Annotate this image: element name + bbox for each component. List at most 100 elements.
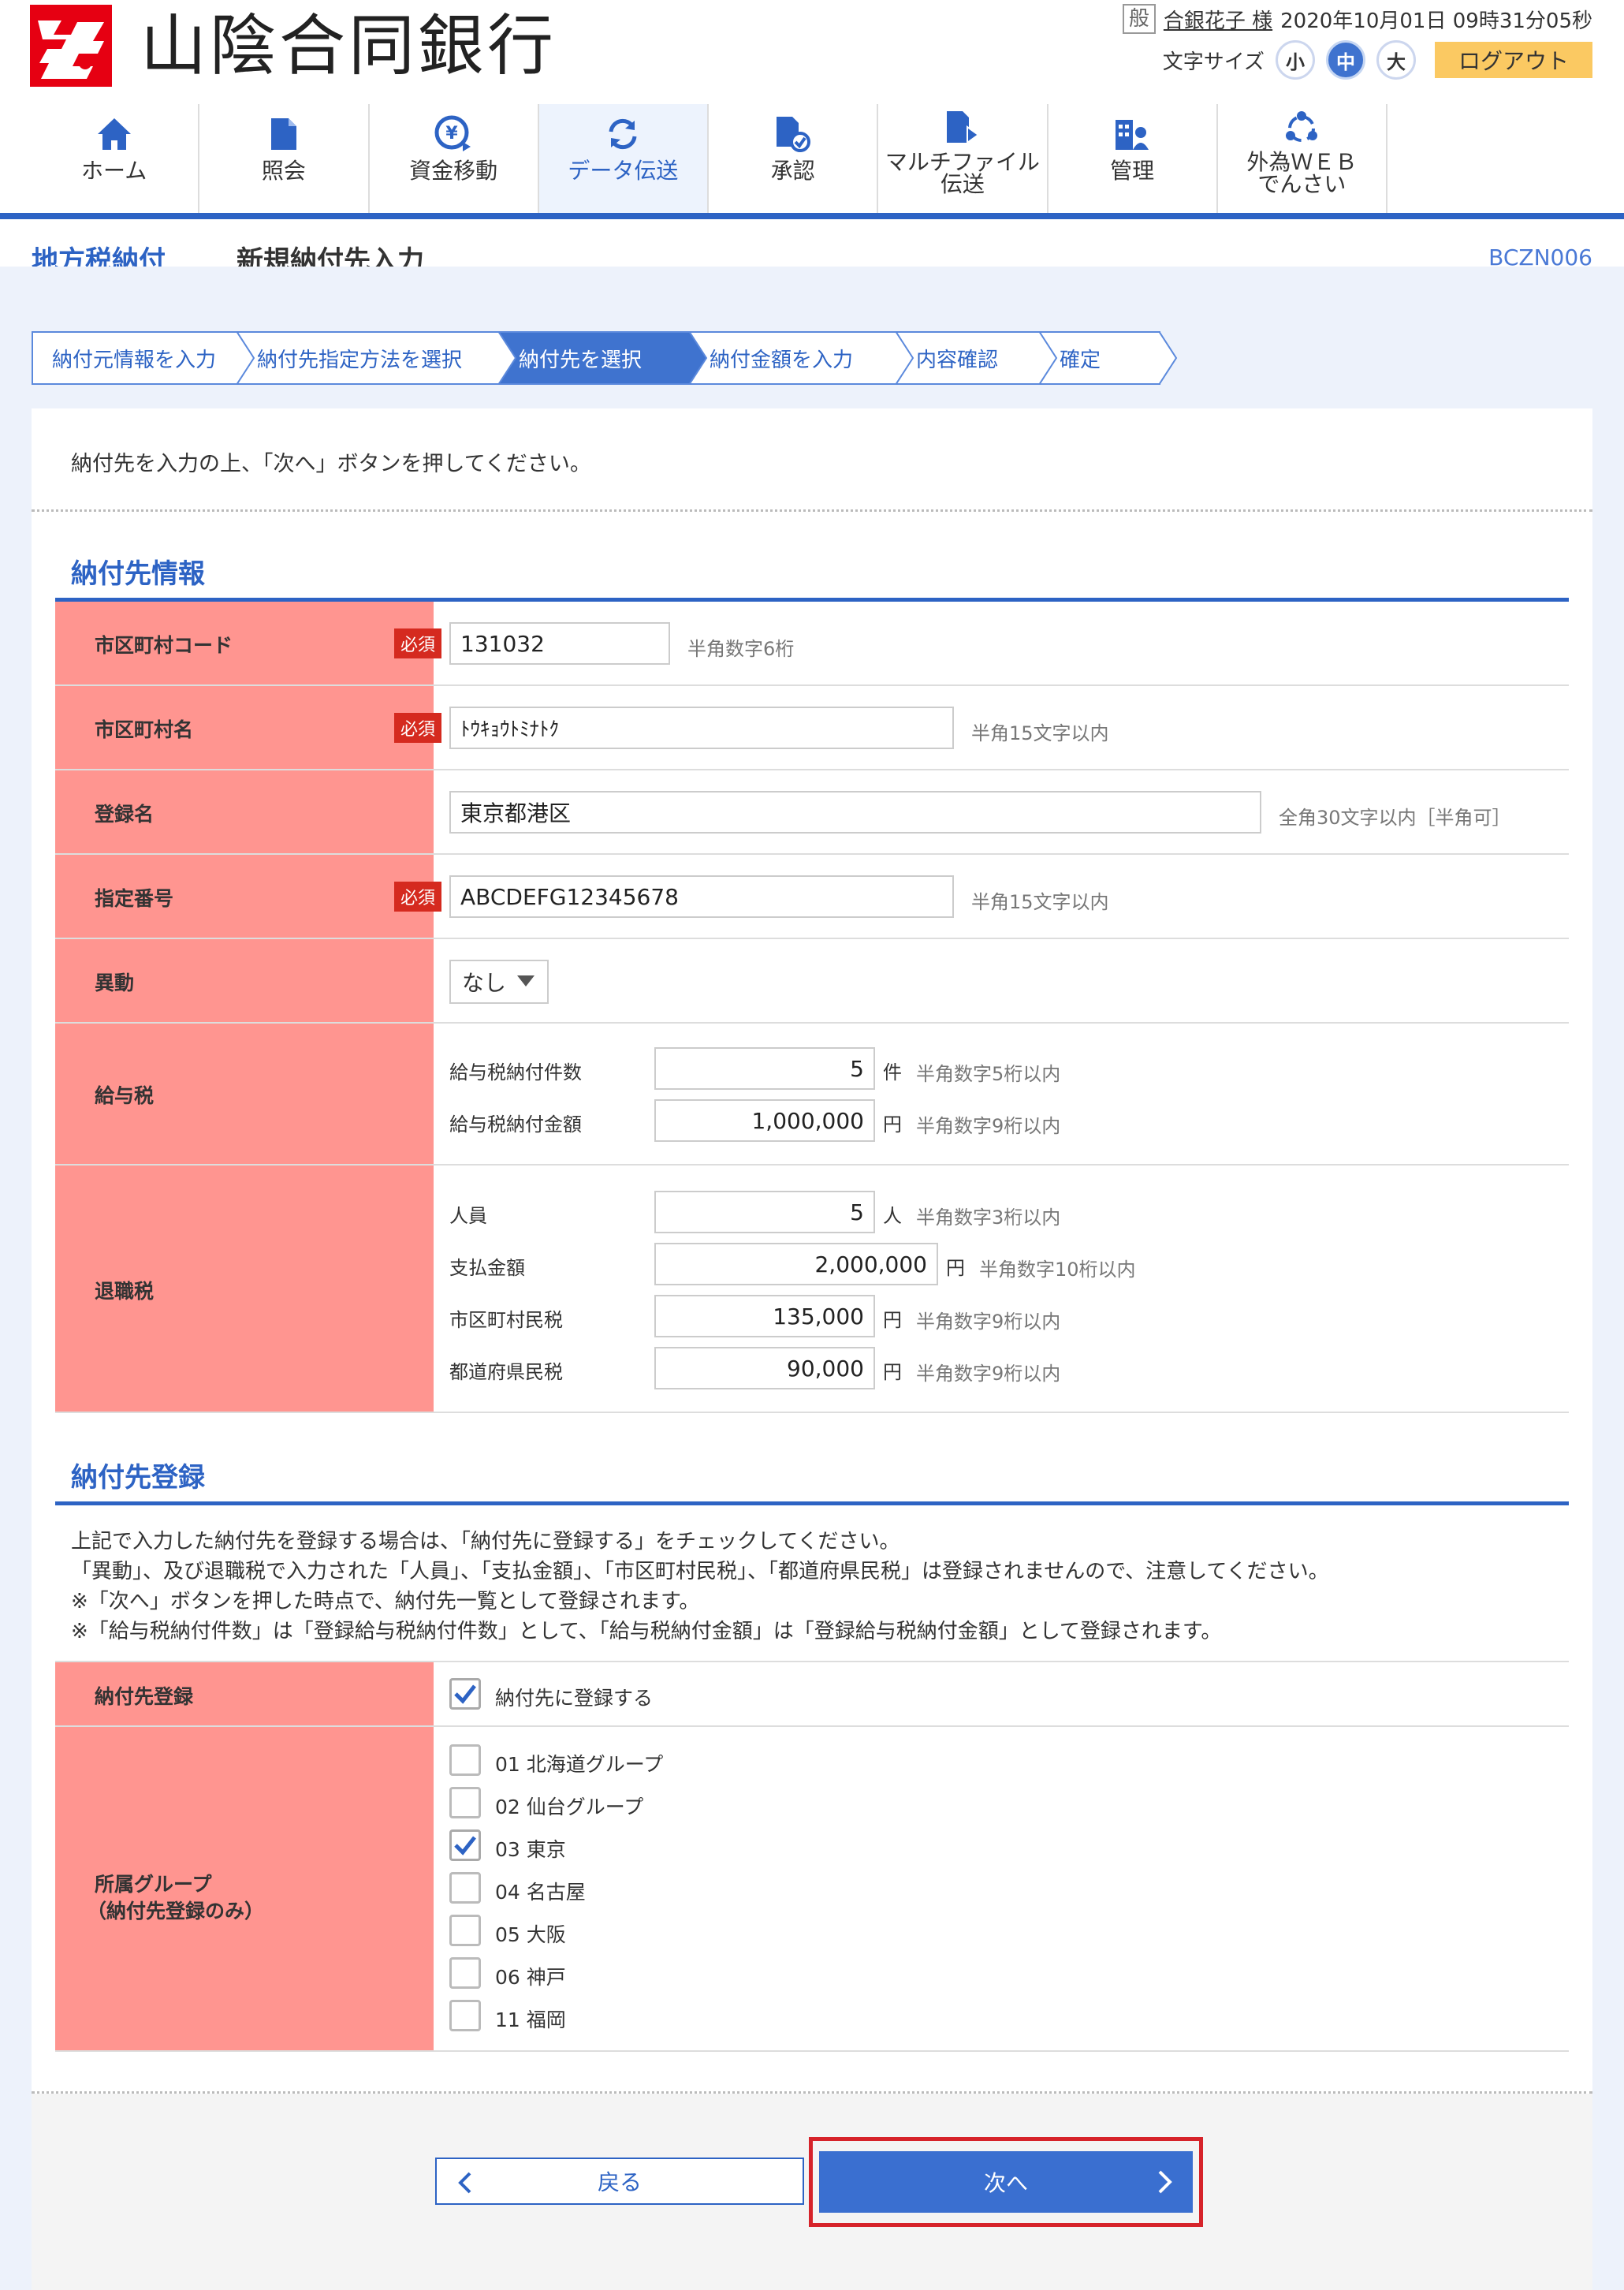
group-checkbox-label: 06 神戸 <box>495 1966 566 1989</box>
main-card: 納付先を入力の上、「次へ」ボタンを押してください。 納付先情報 市区町村コード … <box>32 408 1592 2290</box>
instruction-text: 納付先を入力の上、「次へ」ボタンを押してください。 <box>71 452 591 476</box>
required-badge: 必須 <box>394 882 441 912</box>
nav-label: 外為ＷＥＢ でんさい <box>1246 149 1358 197</box>
salary-count-label: 給与税納付件数 <box>449 1061 582 1083</box>
home-icon <box>92 112 136 156</box>
registration-note: ※「次へ」ボタンを押した時点で、納付先一覧として登録されます。 <box>71 1590 700 1613</box>
group-checkbox[interactable] <box>449 2000 481 2031</box>
nav-item-multifile-transfer[interactable]: マルチファイル 伝送 <box>878 104 1049 213</box>
municipal-tax-input[interactable]: 135,000 <box>654 1295 875 1337</box>
registered-name-input[interactable]: 東京都港区 <box>449 791 1261 834</box>
nav-underline <box>0 213 1624 219</box>
nav-item-inquiry[interactable]: 照会 <box>199 104 370 213</box>
salary-count-unit: 件 <box>883 1061 902 1083</box>
group-checkbox[interactable] <box>449 1872 481 1904</box>
step-arrow-icon <box>689 331 708 385</box>
step-item: 内容確認 <box>897 331 1058 385</box>
prefectural-tax-input[interactable]: 90,000 <box>654 1347 875 1389</box>
step-arrow-icon <box>237 331 255 385</box>
document-icon <box>262 112 306 156</box>
section-underline <box>55 1501 1569 1505</box>
city-code-row: 市区町村コード 必須 131032 半角数字6桁 <box>55 602 1569 686</box>
salary-amount-hint: 半角数字9桁以内 <box>916 1115 1061 1137</box>
step-item: 納付先を選択 <box>500 331 708 385</box>
payment-label: 支払金額 <box>449 1257 525 1279</box>
group-checkbox-label: 11 福岡 <box>495 2008 566 2031</box>
transfer-label: 異動 <box>95 972 135 994</box>
nav-item-fund-transfer[interactable]: ¥ 資金移動 <box>370 104 539 213</box>
transfer-select[interactable]: なし <box>449 960 549 1004</box>
nav-item-home[interactable]: ホーム <box>30 104 200 213</box>
municipal-tax-label: 市区町村民税 <box>449 1309 563 1331</box>
salary-count-input[interactable]: 5 <box>654 1047 875 1090</box>
registration-note: 上記で入力した納付先を登録する場合は、「納付先に登録する」をチェックしてください… <box>71 1530 900 1553</box>
step-arrow-icon <box>498 331 517 385</box>
step-label: 納付元情報を入力 <box>52 348 217 372</box>
register-row: 納付先登録 納付先に登録する <box>55 1661 1569 1727</box>
persons-unit: 人 <box>883 1205 902 1227</box>
back-button[interactable]: 戻る <box>435 2158 804 2205</box>
salary-tax-row: 給与税 給与税納付件数 5 件 半角数字5桁以内 給与税納付金額 1,000,0… <box>55 1024 1569 1166</box>
required-badge: 必須 <box>394 628 441 658</box>
divider <box>32 509 1592 512</box>
checkmark-icon <box>454 1836 476 1855</box>
user-info: 般 合銀花子 様 2020年10月01日 09時31分05秒 <box>1122 3 1592 35</box>
transfer-row: 異動 なし <box>55 939 1569 1024</box>
payment-input[interactable]: 2,000,000 <box>654 1243 938 1285</box>
nav-label: ホーム <box>81 158 147 184</box>
register-checkbox-label: 納付先に登録する <box>495 1687 654 1710</box>
nav-label: マルチファイル 伝送 <box>885 149 1040 197</box>
designated-number-row: 指定番号 必須 ABCDEFG12345678 半角15文字以内 <box>55 855 1569 939</box>
nav-item-data-transfer[interactable]: データ伝送 <box>538 104 709 213</box>
next-button[interactable]: 次へ <box>819 2151 1193 2213</box>
nav-item-management[interactable]: 管理 <box>1049 104 1218 213</box>
font-size-small-button[interactable]: 小 <box>1276 40 1315 80</box>
font-size-controls: 文字サイズ 小 中 大 ログアウト <box>1163 36 1592 84</box>
user-type-badge: 般 <box>1122 4 1156 34</box>
group-checkbox[interactable] <box>449 1787 481 1818</box>
city-name-input[interactable]: ﾄｳｷｮｳﾄﾐﾅﾄｸ <box>449 707 954 749</box>
persons-input[interactable]: 5 <box>654 1191 875 1233</box>
step-label: 確定 <box>1060 348 1101 372</box>
step-label: 内容確認 <box>916 348 999 372</box>
bank-name: 山陰合同銀行 <box>140 7 557 84</box>
group-row: 所属グループ （納付先登録のみ） 01 北海道グループ 02 仙台グループ 03 東… <box>55 1727 1569 2052</box>
group-checkbox-list: 01 北海道グループ 02 仙台グループ 03 東京 04 名古屋 05 大阪 06 神戸… <box>55 1727 1569 2052</box>
nav-item-forex-densai[interactable]: 外為ＷＥＢ でんさい <box>1218 104 1387 213</box>
font-size-medium-button[interactable]: 中 <box>1326 40 1365 80</box>
payee-registration-title: 納付先登録 <box>71 1462 205 1494</box>
salary-amount-unit: 円 <box>883 1113 902 1136</box>
salary-amount-input[interactable]: 1,000,000 <box>654 1099 875 1142</box>
font-size-large-button[interactable]: 大 <box>1376 40 1416 80</box>
logout-button[interactable]: ログアウト <box>1435 42 1592 78</box>
nav-label: 管理 <box>1110 158 1155 184</box>
refresh-icon <box>601 112 645 156</box>
transfer-select-value: なし <box>462 970 507 996</box>
group-checkbox[interactable] <box>449 1915 481 1946</box>
step-item: 納付金額を入力 <box>691 331 914 385</box>
step-arrow-icon <box>1159 331 1178 385</box>
global-nav: ホーム 照会 ¥ 資金移動 データ伝送 承認 マルチファイル 伝送 管理 外為Ｗ… <box>30 104 1387 213</box>
login-datetime: 2020年10月01日 09時31分05秒 <box>1280 9 1592 33</box>
city-name-hint: 半角15文字以内 <box>971 722 1109 744</box>
group-checkbox[interactable] <box>449 1744 481 1776</box>
nav-label: 照会 <box>261 158 306 184</box>
registered-name-row: 登録名 東京都港区 全角30文字以内［半角可］ <box>55 770 1569 855</box>
prefectural-tax-hint: 半角数字9桁以内 <box>916 1363 1061 1385</box>
register-label: 納付先登録 <box>95 1685 194 1708</box>
next-button-label: 次へ <box>983 2170 1028 2196</box>
designated-number-input[interactable]: ABCDEFG12345678 <box>449 875 954 918</box>
nav-label: 資金移動 <box>409 158 498 184</box>
salary-count-hint: 半角数字5桁以内 <box>916 1063 1061 1085</box>
group-checkbox[interactable] <box>449 1829 481 1861</box>
user-name-link[interactable]: 合銀花子 様 <box>1164 5 1272 34</box>
payment-hint: 半角数字10桁以内 <box>979 1259 1136 1281</box>
approve-icon <box>771 112 815 156</box>
nav-label: 承認 <box>770 158 815 184</box>
group-checkbox[interactable] <box>449 1957 481 1989</box>
register-checkbox[interactable] <box>449 1678 481 1710</box>
city-code-hint: 半角数字6桁 <box>687 638 795 660</box>
nav-item-approval[interactable]: 承認 <box>709 104 879 213</box>
bank-logo-icon <box>30 5 112 87</box>
city-code-input[interactable]: 131032 <box>449 622 670 665</box>
